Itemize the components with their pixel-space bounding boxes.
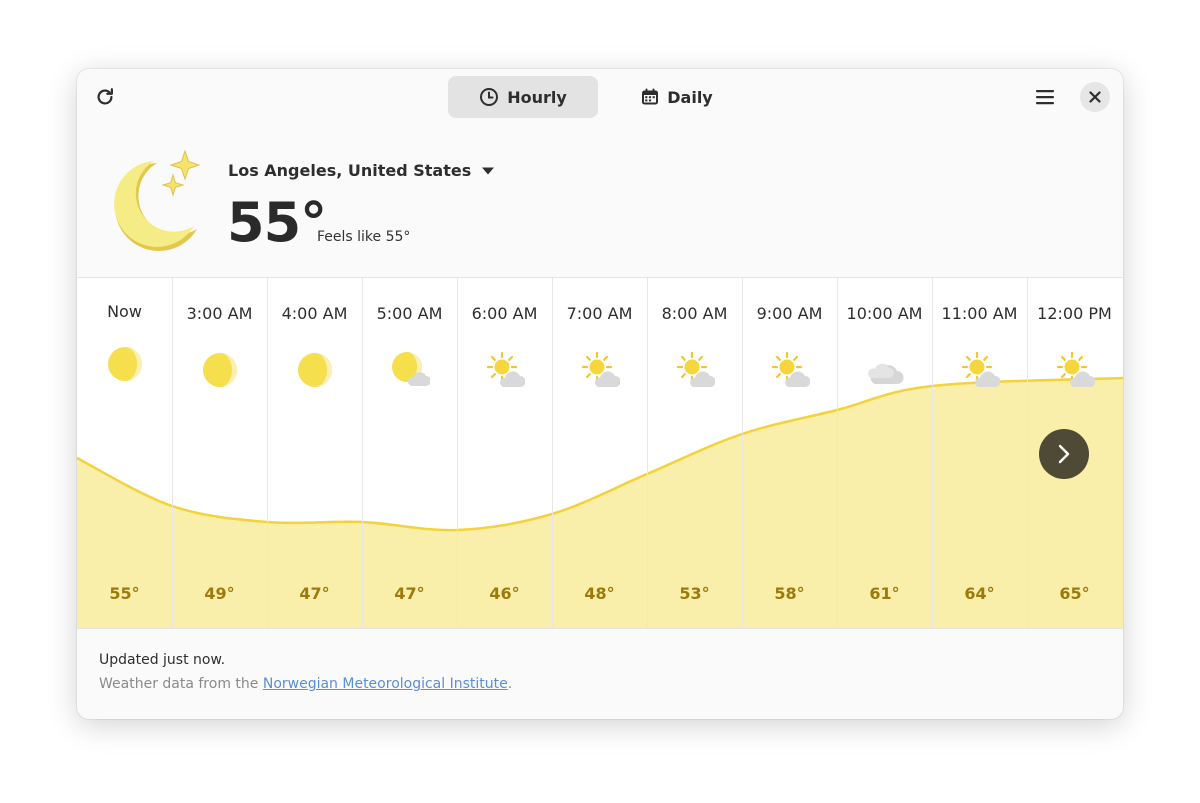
header-bar: Hourly Daily (77, 69, 1123, 129)
chevron-right-icon (1058, 444, 1070, 464)
hourly-item: 8:00 AM 53° (647, 278, 742, 628)
tab-hourly-label: Hourly (507, 87, 567, 107)
data-source-prefix: Weather data from the (99, 676, 263, 692)
sun-cloud-icon (486, 351, 525, 387)
hourly-item: 6:00 AM 46° (457, 278, 552, 628)
hourly-time: 6:00 AM (471, 304, 538, 323)
hourly-temperature: 47° (394, 584, 425, 603)
hourly-item: 11:00 AM 64° (932, 278, 1027, 628)
hourly-time: 8:00 AM (661, 304, 728, 323)
dropdown-arrow-icon (482, 167, 495, 174)
sun-cloud-icon (676, 351, 715, 387)
tab-daily[interactable]: Daily (618, 76, 736, 118)
hourly-temperature: 64° (964, 584, 995, 603)
moon-icon (297, 353, 332, 387)
weather-window: Hourly Daily Los Angeles, United States … (77, 69, 1123, 719)
current-temperature: 55° (227, 191, 327, 254)
moon-icon (107, 347, 142, 381)
current-conditions: Los Angeles, United States 55° Feels lik… (77, 139, 1123, 279)
hourly-time: 11:00 AM (941, 304, 1018, 323)
hourly-time: 5:00 AM (376, 304, 443, 323)
hourly-time: 9:00 AM (756, 304, 823, 323)
hourly-item: Now 55° (77, 278, 172, 628)
footer: Updated just now. Weather data from the … (99, 652, 512, 692)
location-selector[interactable]: Los Angeles, United States (228, 161, 495, 180)
hourly-time: 4:00 AM (281, 304, 348, 323)
sun-cloud-icon (771, 351, 810, 387)
hourly-forecast: Now 55° 3:00 AM 49° 4:00 AM 47° 5:00 AM 47° 6:00… (77, 277, 1123, 629)
hourly-temperature: 53° (679, 584, 710, 603)
location-label: Los Angeles, United States (228, 161, 472, 180)
tab-daily-label: Daily (667, 87, 713, 107)
hourly-temperature: 49° (204, 584, 235, 603)
moon-icon (202, 353, 237, 387)
scroll-next-button[interactable] (1039, 429, 1089, 479)
hourly-temperature: 47° (299, 584, 330, 603)
cloud-icon (867, 363, 903, 384)
updated-status: Updated just now. (99, 652, 226, 668)
hourly-temperature: 55° (109, 584, 140, 603)
sun-cloud-icon (581, 351, 620, 387)
clock-icon (480, 88, 499, 106)
hourly-temperature: 61° (869, 584, 900, 603)
hourly-item: 9:00 AM 58° (742, 278, 837, 628)
hourly-item: 4:00 AM 47° (267, 278, 362, 628)
moon-stars-icon (114, 149, 201, 251)
tab-hourly[interactable]: Hourly (448, 76, 598, 118)
hourly-item: 5:00 AM 47° (362, 278, 457, 628)
hamburger-menu-icon (1036, 90, 1054, 105)
sun-cloud-icon (1056, 351, 1095, 387)
feels-like-label: Feels like 55° (317, 229, 411, 245)
hourly-temperature: 46° (489, 584, 520, 603)
hourly-time: Now (107, 302, 142, 321)
refresh-button[interactable] (89, 81, 121, 113)
hourly-temperature: 58° (774, 584, 805, 603)
close-button[interactable] (1080, 82, 1110, 112)
moon-cloud-icon (391, 352, 430, 386)
hourly-item: 3:00 AM 49° (172, 278, 267, 628)
hourly-temperature: 48° (584, 584, 615, 603)
hourly-item: 10:00 AM 61° (837, 278, 932, 628)
sun-cloud-icon (961, 351, 1000, 387)
data-source-text: Weather data from the Norwegian Meteorol… (99, 676, 512, 692)
hourly-time: 7:00 AM (566, 304, 633, 323)
calendar-icon (642, 88, 659, 105)
main-menu-button[interactable] (1029, 81, 1061, 113)
hourly-time: 10:00 AM (846, 304, 923, 323)
close-icon (1089, 91, 1101, 103)
data-source-suffix: . (507, 676, 513, 692)
hourly-temperature: 65° (1059, 584, 1090, 603)
hourly-time: 12:00 PM (1037, 304, 1112, 323)
hourly-time: 3:00 AM (186, 304, 253, 323)
hourly-item: 7:00 AM 48° (552, 278, 647, 628)
met-institute-link[interactable]: Norwegian Meteorological Institute (263, 676, 508, 692)
refresh-icon (97, 88, 113, 105)
